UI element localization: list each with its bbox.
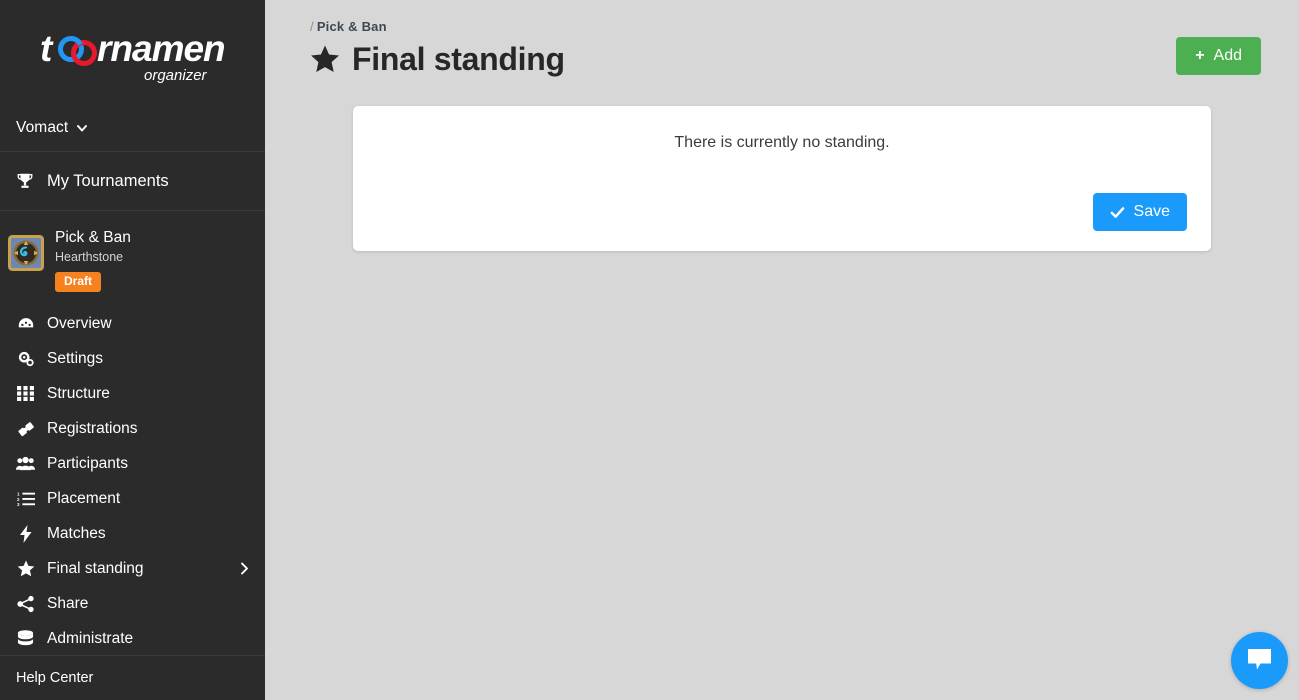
sidebar-item-structure[interactable]: Structure bbox=[0, 376, 265, 411]
cogs-icon bbox=[16, 349, 35, 368]
dashboard-icon bbox=[16, 314, 35, 333]
my-tournaments-label: My Tournaments bbox=[47, 171, 169, 190]
sidebar-item-label: Administrate bbox=[47, 629, 134, 647]
save-button-label: Save bbox=[1133, 203, 1170, 220]
star-icon bbox=[16, 559, 35, 578]
page-title-text: Final standing bbox=[352, 41, 565, 77]
breadcrumb-item[interactable]: Pick & Ban bbox=[317, 19, 387, 34]
add-button-label: Add bbox=[1213, 47, 1242, 64]
sidebar-item-participants[interactable]: Participants bbox=[0, 446, 265, 481]
sidebar-item-label: Final standing bbox=[47, 559, 144, 577]
check-icon bbox=[1110, 206, 1124, 218]
database-icon bbox=[16, 629, 35, 648]
standing-card: There is currently no standing. Save bbox=[353, 106, 1211, 251]
chevron-right-icon bbox=[241, 562, 248, 575]
logo-graphic: t rnament organizer bbox=[40, 27, 226, 85]
tournament-name: Pick & Ban bbox=[55, 229, 131, 246]
app-root: t rnament organizer Vomact My Tournament… bbox=[0, 0, 1299, 700]
sidebar-item-final-standing[interactable]: Final standing bbox=[0, 551, 265, 586]
sidebar-item-label: Matches bbox=[47, 524, 106, 542]
sidebar-item-overview[interactable]: Overview bbox=[0, 306, 265, 341]
header-left: / Pick & Ban Final standing bbox=[310, 18, 565, 78]
account-name: Vomact bbox=[16, 119, 69, 136]
sidebar: t rnament organizer Vomact My Tournament… bbox=[0, 0, 265, 700]
svg-text:organizer: organizer bbox=[144, 67, 208, 84]
sidebar-item-administrate[interactable]: Administrate bbox=[0, 621, 265, 656]
empty-state-message: There is currently no standing. bbox=[674, 134, 890, 151]
sidebar-item-label: Overview bbox=[47, 314, 112, 332]
brand-logo[interactable]: t rnament organizer bbox=[0, 0, 265, 105]
sidebar-item-my-tournaments[interactable]: My Tournaments bbox=[0, 152, 265, 210]
breadcrumb: / Pick & Ban bbox=[310, 18, 565, 36]
sidebar-item-label: Registrations bbox=[47, 419, 138, 437]
svg-text:3: 3 bbox=[17, 502, 20, 507]
chat-bubble-icon bbox=[1248, 649, 1271, 670]
sidebar-nav: Overview Settings Structure Registration… bbox=[0, 304, 265, 656]
hearthstone-icon-svg bbox=[8, 235, 44, 271]
status-badge: Draft bbox=[55, 272, 102, 292]
chat-widget-button[interactable] bbox=[1231, 632, 1288, 689]
sidebar-item-label: Placement bbox=[47, 489, 121, 507]
save-button[interactable]: Save bbox=[1092, 193, 1187, 231]
chevron-down-icon bbox=[77, 125, 88, 132]
add-button[interactable]: + Add bbox=[1176, 37, 1261, 75]
bolt-icon bbox=[16, 524, 35, 543]
share-icon bbox=[16, 594, 35, 613]
trophy-icon bbox=[17, 173, 33, 188]
grid-icon bbox=[16, 384, 35, 403]
card-actions: Save bbox=[377, 193, 1187, 231]
logo-svg: t rnament organizer bbox=[40, 28, 226, 84]
sidebar-item-placement[interactable]: 123 Placement bbox=[0, 481, 265, 516]
sidebar-item-label: Participants bbox=[47, 454, 128, 472]
sidebar-item-settings[interactable]: Settings bbox=[0, 341, 265, 376]
tournament-meta: Pick & Ban Hearthstone Draft bbox=[55, 227, 131, 292]
sidebar-footer: Help Center bbox=[0, 655, 265, 700]
page-header: / Pick & Ban Final standing + Add bbox=[265, 0, 1299, 78]
users-icon bbox=[16, 454, 35, 473]
ticket-icon bbox=[16, 419, 35, 438]
sidebar-item-matches[interactable]: Matches bbox=[0, 516, 265, 551]
page-title: Final standing bbox=[310, 40, 565, 78]
sidebar-item-label: Settings bbox=[47, 349, 104, 367]
sidebar-item-registrations[interactable]: Registrations bbox=[0, 411, 265, 446]
tournament-game: Hearthstone bbox=[55, 250, 124, 264]
svg-text:rnament: rnament bbox=[97, 28, 226, 69]
star-icon bbox=[311, 45, 339, 73]
svg-text:1: 1 bbox=[17, 491, 20, 496]
sidebar-item-label: Share bbox=[47, 594, 89, 612]
svg-text:t: t bbox=[40, 28, 54, 69]
svg-text:2: 2 bbox=[17, 496, 20, 501]
hearthstone-icon bbox=[8, 235, 44, 271]
breadcrumb-separator: / bbox=[310, 19, 314, 34]
account-switcher[interactable]: Vomact bbox=[0, 105, 265, 151]
sidebar-item-label: Structure bbox=[47, 384, 110, 402]
sidebar-item-share[interactable]: Share bbox=[0, 586, 265, 621]
plus-icon: + bbox=[1195, 47, 1205, 64]
current-tournament[interactable]: Pick & Ban Hearthstone Draft bbox=[0, 211, 265, 304]
help-center-link[interactable]: Help Center bbox=[0, 656, 265, 700]
ordered-list-icon: 123 bbox=[16, 489, 35, 508]
main-content: / Pick & Ban Final standing + Add There i… bbox=[265, 0, 1299, 700]
